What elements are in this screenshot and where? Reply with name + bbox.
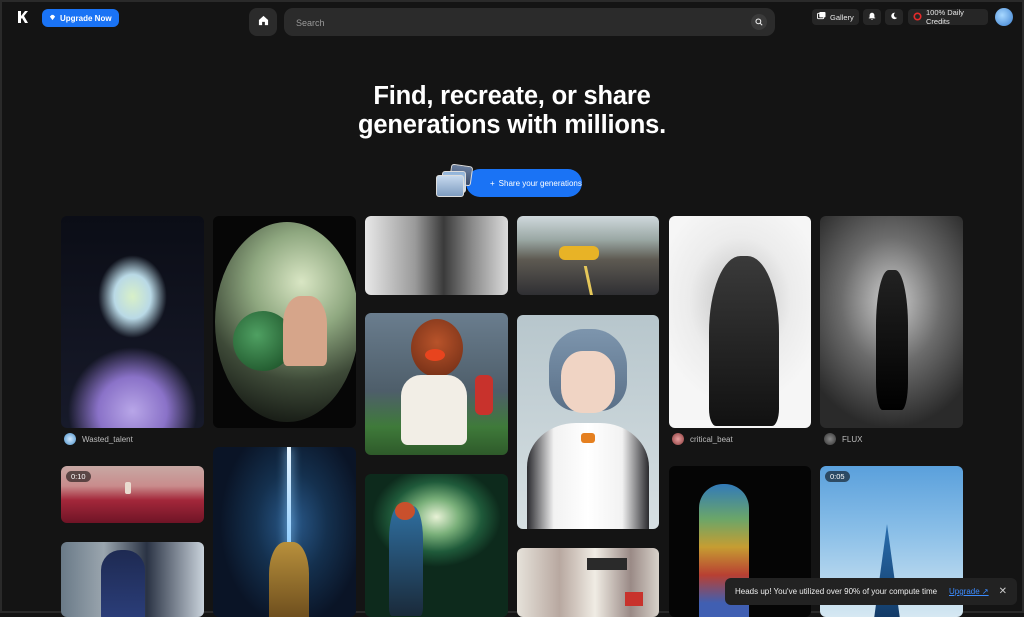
creator-name: critical_beat xyxy=(690,434,733,444)
page-title-line-1: Find, recreate, or share xyxy=(373,82,651,110)
gallery-card-yellow-car[interactable] xyxy=(517,216,659,295)
logo-icon[interactable] xyxy=(16,10,30,24)
gallery-card-blue-hair-girl[interactable] xyxy=(517,315,659,529)
gallery-card-anime-city[interactable] xyxy=(61,542,204,617)
page-title-line-2: generations with millions. xyxy=(358,111,666,139)
gallery-card-winged-figure[interactable] xyxy=(820,216,963,428)
gallery-card-fisheye-drink[interactable] xyxy=(213,216,356,428)
creator-avatar xyxy=(672,433,684,445)
toast-upgrade-link[interactable]: Upgrade ↗ xyxy=(949,587,989,596)
toast-message: Heads up! You've utilized over 90% of yo… xyxy=(735,587,938,596)
creator-caption[interactable]: FLUX xyxy=(824,433,862,445)
gallery-card-puppet-soccer[interactable] xyxy=(365,313,508,455)
creator-avatar xyxy=(824,433,836,445)
creator-name: Wasted_talent xyxy=(82,434,133,444)
page-title: Find, recreate, or share generations wit… xyxy=(0,82,1024,140)
daily-credits-label: 100% Daily Credits xyxy=(926,8,964,26)
gallery-card-ink-hair[interactable] xyxy=(669,216,811,428)
search-icon[interactable] xyxy=(751,14,767,30)
upgrade-now-label: Upgrade Now xyxy=(60,13,112,23)
daily-credits-button[interactable]: 100% Daily Credits xyxy=(908,8,988,26)
creator-caption[interactable]: critical_beat xyxy=(672,433,733,445)
plus-icon: + xyxy=(490,178,495,188)
close-icon[interactable]: ✕ xyxy=(999,586,1007,597)
gallery-card-red-field-video[interactable]: 0:10 xyxy=(61,466,204,523)
compute-usage-toast: Heads up! You've utilized over 90% of yo… xyxy=(725,578,1017,605)
gallery-card-glow-figure[interactable] xyxy=(61,216,204,428)
gallery-label: Gallery xyxy=(830,12,854,22)
video-duration-badge: 0:10 xyxy=(66,471,91,482)
gallery-card-knight-sword[interactable] xyxy=(213,447,356,617)
upgrade-now-button[interactable]: Upgrade Now xyxy=(42,9,119,27)
search-bar xyxy=(284,8,775,38)
home-icon xyxy=(258,13,269,31)
creator-avatar xyxy=(64,433,76,445)
gallery-card-motorcycle-tunnel[interactable] xyxy=(365,474,508,617)
bell-icon xyxy=(868,12,876,22)
gallery-icon xyxy=(817,12,826,22)
share-generations-label: Share your generations xyxy=(498,178,582,188)
creator-name: FLUX xyxy=(842,434,863,444)
share-generations-button[interactable]: + Share your generations xyxy=(466,169,582,197)
gallery-card-abstract-city[interactable] xyxy=(365,216,508,295)
theme-toggle-button[interactable] xyxy=(885,9,903,25)
user-avatar[interactable] xyxy=(995,8,1013,26)
moon-icon xyxy=(890,12,898,22)
gallery-card-collage[interactable] xyxy=(517,548,659,617)
search-input[interactable] xyxy=(294,8,738,38)
gallery-button[interactable]: Gallery xyxy=(812,9,859,25)
credits-ring-icon xyxy=(913,11,922,23)
notifications-button[interactable] xyxy=(863,9,881,25)
video-duration-badge: 0:05 xyxy=(825,471,850,482)
home-button[interactable] xyxy=(249,8,277,36)
diamond-icon xyxy=(49,14,56,23)
creator-caption[interactable]: Wasted_talent xyxy=(64,433,133,445)
share-thumbnails xyxy=(436,163,474,197)
